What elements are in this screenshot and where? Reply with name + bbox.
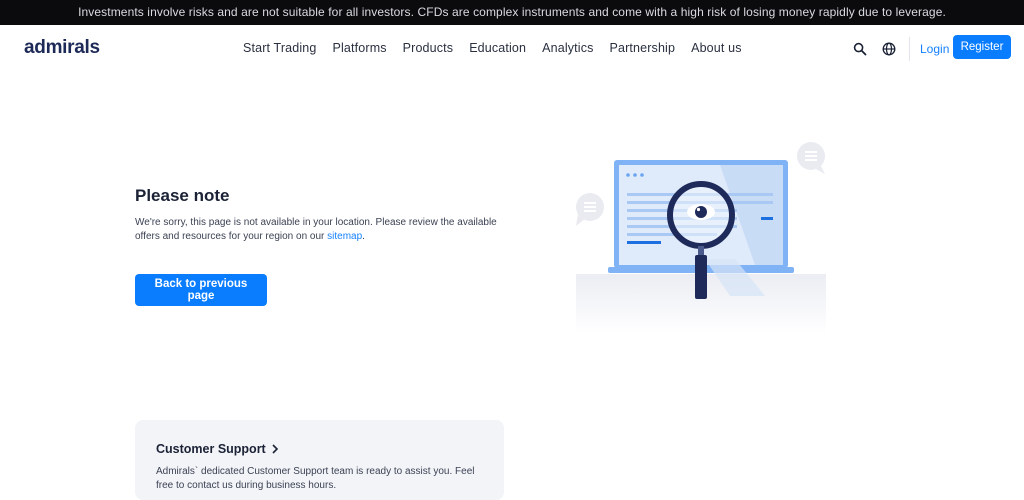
customer-support-card: Customer Support Admirals` dedicated Cus…: [135, 420, 504, 500]
admirals-logo[interactable]: admirals: [24, 37, 100, 59]
customer-support-title: Customer Support: [156, 442, 266, 456]
back-to-previous-page-button[interactable]: Back to previous page: [135, 274, 267, 306]
customer-support-text: Admirals` dedicated Customer Support tea…: [156, 466, 475, 491]
nav-about-us[interactable]: About us: [691, 41, 742, 55]
nav-platforms[interactable]: Platforms: [333, 41, 387, 55]
customer-support-link[interactable]: Customer Support: [156, 442, 279, 457]
nav-partnership[interactable]: Partnership: [610, 41, 676, 55]
header-tools: Login Register: [850, 35, 1011, 61]
globe-icon[interactable]: [879, 39, 899, 59]
notice-message-text: We're sorry, this page is not available …: [135, 217, 497, 242]
notice-message: We're sorry, this page is not available …: [135, 216, 505, 244]
chevron-right-icon: [271, 443, 279, 457]
register-button[interactable]: Register: [953, 35, 1011, 59]
nav-analytics[interactable]: Analytics: [542, 41, 593, 55]
main-nav: Start Trading Platforms Products Educati…: [243, 41, 758, 55]
login-link[interactable]: Login: [920, 42, 949, 56]
site-header: admirals Start Trading Platforms Product…: [0, 25, 1024, 73]
nav-start-trading[interactable]: Start Trading: [243, 41, 317, 55]
page-title: Please note: [135, 186, 230, 205]
search-icon[interactable]: [850, 39, 870, 59]
header-divider: [909, 37, 910, 61]
magnifier-laptop-illustration: [570, 138, 832, 338]
risk-warning-banner: Investments involve risks and are not su…: [0, 0, 1024, 25]
notice-message-end: .: [362, 231, 365, 242]
nav-education[interactable]: Education: [469, 41, 526, 55]
nav-products[interactable]: Products: [403, 41, 454, 55]
risk-warning-text: Investments involve risks and are not su…: [78, 5, 946, 19]
sitemap-link[interactable]: sitemap: [327, 231, 362, 242]
